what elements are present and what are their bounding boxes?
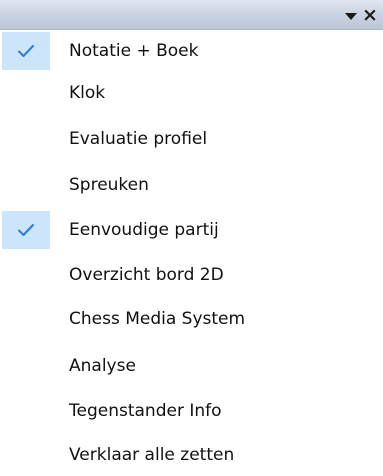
menu-item-label: Klok <box>69 83 106 103</box>
menu-item-label: Overzicht bord 2D <box>69 265 224 285</box>
menu-item-label: Tegenstander Info <box>69 401 222 421</box>
menu-item-label: Analyse <box>69 356 136 376</box>
close-button[interactable]: × <box>362 4 383 26</box>
checkmark-icon <box>2 32 50 70</box>
menu-item[interactable]: Spreuken <box>0 164 383 206</box>
dropdown-arrow-icon[interactable] <box>345 13 357 20</box>
menu-item-label: Notatie + Boek <box>69 41 199 61</box>
menu-item-label: Chess Media System <box>69 309 246 329</box>
menu-item[interactable]: Tegenstander Info <box>0 390 383 432</box>
menu-item-label: Verklaar alle zetten <box>69 445 235 465</box>
menu-item[interactable]: Klok <box>0 72 383 114</box>
menu-item[interactable]: Chess Media System <box>0 298 383 340</box>
menu-item[interactable]: Analyse <box>0 345 383 387</box>
menu-item[interactable]: Verklaar alle zetten <box>0 434 383 476</box>
menu-item-label: Spreuken <box>69 175 149 195</box>
checkmark-icon <box>2 211 50 249</box>
menu-item-label: Evaluatie profiel <box>69 129 208 149</box>
menu-item[interactable]: Eenvoudige partij <box>0 209 383 251</box>
menu-item[interactable]: Notatie + Boek <box>0 30 383 72</box>
context-menu: Notatie + Boek Klok Evaluatie profiel Spreu… <box>0 30 383 465</box>
menu-item[interactable]: Overzicht bord 2D <box>0 254 383 296</box>
menu-item[interactable]: Evaluatie profiel <box>0 118 383 160</box>
menu-item-label: Eenvoudige partij <box>69 220 219 240</box>
panel-titlebar: × <box>0 0 383 30</box>
